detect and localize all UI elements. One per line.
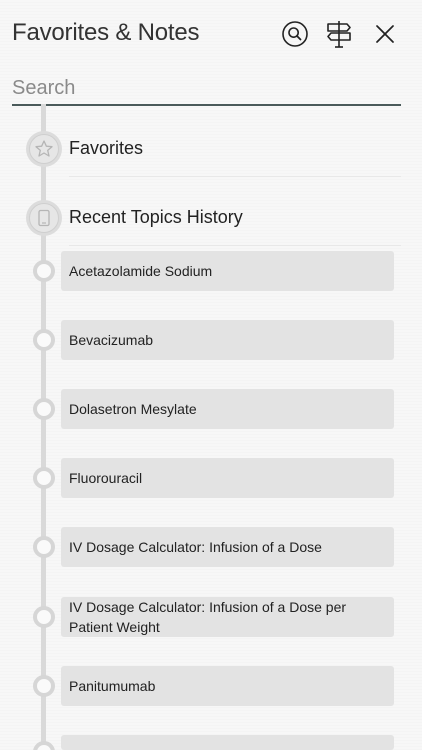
recent-item-card[interactable]: Acetazolamide Sodium [61, 251, 394, 291]
close-icon [376, 25, 394, 43]
search-input[interactable] [12, 74, 401, 102]
search-bar [12, 74, 401, 106]
timeline-dot [33, 741, 55, 750]
search-button[interactable] [278, 17, 312, 51]
section-favorites-label: Favorites [69, 138, 144, 158]
section-favorites[interactable]: Favorites [26, 131, 401, 177]
timeline-dot [33, 260, 55, 282]
recent-item-card[interactable]: Fluorouracil [61, 458, 394, 498]
favorites-badge [26, 131, 62, 167]
recent-badge [26, 200, 62, 236]
recent-item-card[interactable]: IV Dosage Calculator: Infusion of a Dose… [61, 597, 394, 637]
header: Favorites & Notes [0, 0, 422, 68]
timeline-dot [33, 536, 55, 558]
page-title: Favorites & Notes [12, 19, 200, 46]
tablet-icon [38, 209, 50, 227]
close-button[interactable] [368, 17, 402, 51]
recent-item-card[interactable]: Dolasetron Mesylate [61, 389, 394, 429]
timeline-dot [33, 329, 55, 351]
timeline-dot [33, 467, 55, 489]
section-recent-label: Recent Topics History [69, 207, 243, 227]
recent-item-card[interactable]: Panitumumab [61, 666, 394, 706]
search-icon [282, 21, 308, 47]
recent-item-card[interactable] [61, 735, 394, 750]
recent-item-card[interactable]: Bevacizumab [61, 320, 394, 360]
section-recent-topics[interactable]: Recent Topics History [26, 200, 401, 246]
section-divider [69, 245, 401, 246]
signpost-icon [327, 21, 351, 48]
timeline-dot [33, 606, 55, 628]
star-icon [35, 140, 53, 157]
recent-item-card[interactable]: IV Dosage Calculator: Infusion of a Dose [61, 527, 394, 567]
favorites-notes-screen: Favorites & Notes Search Favorites Recen… [0, 0, 422, 750]
signpost-button[interactable] [322, 17, 356, 51]
timeline-dot [33, 398, 55, 420]
timeline-dot [33, 675, 55, 697]
section-divider [69, 176, 401, 177]
